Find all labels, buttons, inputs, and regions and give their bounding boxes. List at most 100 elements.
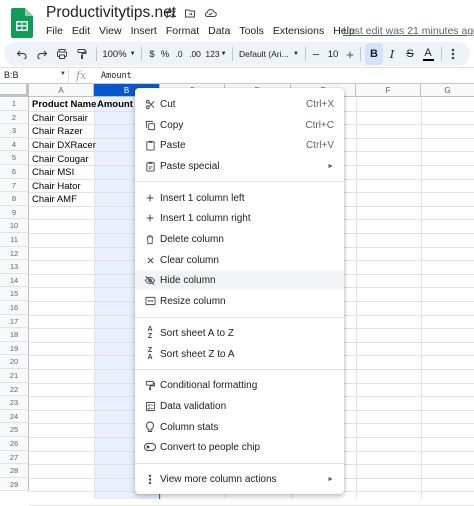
row-header[interactable]: 11 [0,233,29,247]
column-header-a[interactable]: A [29,84,94,97]
italic-button[interactable]: I [383,43,401,65]
menu-tools[interactable]: Tools [239,25,264,37]
menu-item-conditional-formatting[interactable]: Conditional formatting [135,375,344,395]
row-header[interactable]: 9 [0,205,29,220]
sheets-logo-icon[interactable] [11,8,33,38]
cell-a7[interactable]: Chair Hator [32,181,81,192]
menu-extensions[interactable]: Extensions [273,25,324,37]
font-size-field[interactable]: 10 [322,43,344,65]
menu-item-resize-column[interactable]: Resize column [135,291,344,311]
menu-item-hide-column[interactable]: Hide column [135,270,344,290]
row-header[interactable]: 8 [0,192,29,206]
cell-a3[interactable]: Chair Razer [32,126,83,137]
menu-item-cut[interactable]: Cut Ctrl+X [135,94,344,114]
paint-format-icon[interactable] [72,43,92,65]
menu-item-label: Insert 1 column left [160,192,245,204]
row-header[interactable]: 28 [0,464,29,478]
increase-decimal-button[interactable]: .00 [186,43,204,65]
menu-format[interactable]: Format [166,25,199,37]
menu-item-data-validation[interactable]: Data validation [135,396,344,416]
undo-icon[interactable] [12,43,32,65]
strikethrough-button[interactable]: S [401,43,419,65]
more-options-icon[interactable] [446,43,460,65]
bold-button[interactable]: B [365,43,383,65]
menu-edit[interactable]: Edit [72,25,90,37]
menu-data[interactable]: Data [208,25,230,37]
row-header[interactable]: 4 [0,137,29,152]
cell-a1[interactable]: Product Name [32,99,96,110]
row-header[interactable]: 16 [0,301,29,315]
row-header[interactable]: 25 [0,423,29,437]
cell-a5[interactable]: Chair Cougar [32,154,89,165]
font-select[interactable]: Default (Ari... ▼ [237,43,301,65]
increase-font-size-icon[interactable]: + [344,43,356,65]
row-header[interactable]: 18 [0,328,29,342]
row-header[interactable]: 21 [0,369,29,383]
currency-format-button[interactable]: $ [146,43,158,65]
name-box[interactable]: B:B [4,70,62,83]
percent-format-button[interactable]: % [158,43,172,65]
column-header-f[interactable]: F [356,84,421,97]
menu-insert[interactable]: Insert [131,25,157,37]
document-title[interactable]: Productivitytips.net [46,4,176,22]
cell-a8[interactable]: Chair AMF [32,194,77,205]
zoom-select[interactable]: 100% ▼ [101,43,137,65]
text-color-button[interactable]: A [419,43,437,65]
row-header[interactable]: 6 [0,165,29,179]
row-header[interactable]: 29 [0,477,29,492]
menu-item-insert-column-right[interactable]: Insert 1 column right [135,208,344,228]
menu-item-paste[interactable]: Paste Ctrl+V [135,135,344,155]
row-header[interactable]: 2 [0,110,29,125]
star-icon[interactable] [163,6,177,20]
row-header[interactable]: 1 [0,97,29,111]
row-header[interactable]: 24 [0,409,29,424]
row-header[interactable]: 13 [0,260,29,274]
row-header[interactable]: 26 [0,437,29,451]
menu-item-more-column-actions[interactable]: View more column actions ► [135,469,344,489]
menu-item-column-stats[interactable]: Column stats [135,417,344,437]
cell-a6[interactable]: Chair MSI [32,167,74,178]
redo-icon[interactable] [32,43,52,65]
menu-item-label: View more column actions [160,473,277,485]
row-header[interactable]: 22 [0,382,29,397]
menu-view[interactable]: View [99,25,122,37]
row-header[interactable]: 14 [0,273,29,288]
menu-item-sort-z-a[interactable]: ZA Sort sheet Z to A [135,344,344,364]
column-header-g[interactable]: G [421,84,474,97]
row-header[interactable]: 3 [0,124,29,138]
menu-item-clear-column[interactable]: Clear column [135,250,344,270]
row-header[interactable]: 17 [0,314,29,329]
row-header[interactable]: 20 [0,355,29,369]
row-header[interactable]: 19 [0,341,29,356]
select-all-corner[interactable] [0,84,29,97]
move-folder-icon[interactable] [183,6,197,20]
menu-item-convert-people-chip[interactable]: Convert to people chip [135,437,344,457]
row-header[interactable]: 12 [0,246,29,261]
row-header[interactable]: 27 [0,450,29,465]
menu-item-insert-column-left[interactable]: Insert 1 column left [135,188,344,208]
print-icon[interactable] [52,43,72,65]
decrease-font-size-icon[interactable]: − [310,43,322,65]
more-formats-button[interactable]: 123 ▼ [204,43,228,65]
menu-item-paste-special[interactable]: Paste special ► [135,156,344,176]
last-edit-link[interactable]: Last edit was 21 minutes ago [343,25,474,37]
cloud-status-icon[interactable] [203,6,217,20]
cell-a2[interactable]: Chair Corsair [32,113,88,124]
formula-input[interactable]: Amount [101,71,132,81]
decrease-decimal-button[interactable]: .0 [172,43,186,65]
cell-b1[interactable]: Amount [97,99,133,110]
menu-item-delete-column[interactable]: Delete column [135,229,344,249]
menu-file[interactable]: File [46,25,63,37]
menu-item-sort-a-z[interactable]: AZ Sort sheet A to Z [135,323,344,343]
row-header[interactable]: 10 [0,219,29,233]
row-header[interactable]: 23 [0,396,29,410]
row-header[interactable]: 15 [0,287,29,301]
menu-item-label: Convert to people chip [160,441,261,453]
chevron-down-icon[interactable]: ▼ [60,71,66,77]
menu-item-copy[interactable]: Copy Ctrl+C [135,115,344,135]
row-header[interactable]: 5 [0,151,29,165]
row-header[interactable]: 7 [0,178,29,193]
column-gridline [356,97,357,499]
bulb-icon [144,421,156,433]
cell-a4[interactable]: Chair DXRacer [32,140,96,151]
